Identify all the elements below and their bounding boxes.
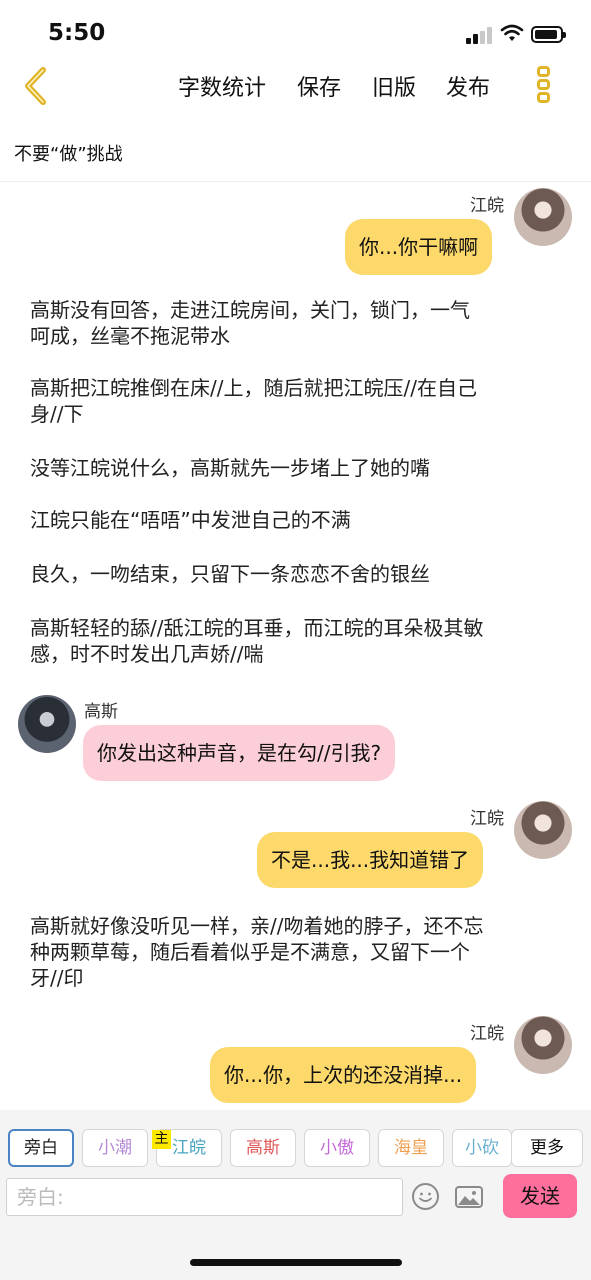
home-indicator	[190, 1259, 402, 1266]
host-badge: 主	[152, 1130, 171, 1149]
narration-block[interactable]: 高斯没有回答，走进江皖房间，关门，锁门，一气 呵成，丝毫不拖泥带水	[30, 297, 570, 349]
message-input[interactable]	[6, 1178, 403, 1216]
cellular-signal-icon	[466, 27, 494, 44]
old-version-button[interactable]: 旧版	[372, 70, 416, 102]
speaker-name: 高斯	[84, 702, 118, 722]
battery-icon	[531, 26, 566, 43]
wifi-icon	[500, 24, 524, 41]
more-vertical-icon[interactable]	[533, 66, 553, 108]
character-chip-narrator[interactable]: 旁白	[8, 1129, 74, 1167]
narration-line: 高斯把江皖推倒在床//上，随后就把江皖压//在自己	[30, 376, 477, 400]
avatar-jiangwan[interactable]	[514, 188, 572, 246]
character-chip-xiaoao[interactable]: 小傲	[304, 1129, 370, 1167]
character-chip-haihuang[interactable]: 海皇	[378, 1129, 444, 1167]
character-chip-gaosi[interactable]: 高斯	[230, 1129, 296, 1167]
narration-block[interactable]: 江皖只能在“唔唔”中发泄自己的不满	[30, 507, 570, 533]
avatar-jiangwan[interactable]	[514, 1016, 572, 1074]
character-chip-xiaokan[interactable]: 小砍	[452, 1129, 512, 1167]
emoji-icon[interactable]	[412, 1183, 439, 1210]
character-chip-xiaochao[interactable]: 小潮	[82, 1129, 148, 1167]
narration-line: 种两颗草莓，随后看着似乎是不满意，又留下一个	[30, 940, 470, 964]
word-count-button[interactable]: 字数统计	[178, 70, 266, 102]
narration-line: 牙//印	[30, 966, 84, 990]
avatar-gaosi[interactable]	[18, 695, 76, 753]
more-characters-button[interactable]: 更多	[511, 1129, 583, 1167]
speaker-name: 江皖	[470, 809, 504, 829]
publish-button[interactable]: 发布	[446, 70, 490, 102]
narration-line: 江皖只能在“唔唔”中发泄自己的不满	[30, 508, 351, 532]
status-time: 5:50	[48, 20, 106, 46]
speaker-name: 江皖	[470, 1024, 504, 1044]
status-bar: 5:50	[0, 0, 591, 60]
narration-line: 高斯轻轻的舔//舐江皖的耳垂，而江皖的耳朵极其敏	[30, 616, 484, 640]
dialog-bubble[interactable]: 不是...我...我知道错了	[257, 832, 484, 888]
narration-block[interactable]: 高斯把江皖推倒在床//上，随后就把江皖压//在自己 身//下	[30, 375, 570, 427]
send-button[interactable]: 发送	[503, 1174, 577, 1218]
dialog-bubble[interactable]: 你...你干嘛啊	[345, 219, 493, 275]
header-divider	[0, 181, 591, 182]
speaker-name: 江皖	[470, 196, 504, 216]
narration-line: 没等江皖说什么，高斯就先一步堵上了她的嘴	[30, 456, 430, 480]
narration-line: 身//下	[30, 402, 84, 426]
top-nav-bar: 字数统计 保存 旧版 发布	[0, 60, 591, 112]
narration-line: 呵成，丝毫不拖泥带水	[30, 324, 230, 348]
story-title: 不要“做”挑战	[14, 144, 123, 165]
narration-block[interactable]: 高斯轻轻的舔//舐江皖的耳垂，而江皖的耳朵极其敏 感，时不时发出几声娇//喘	[30, 615, 570, 667]
narration-line: 高斯就好像没听见一样，亲//吻着她的脖子，还不忘	[30, 914, 484, 938]
narration-line: 高斯没有回答，走进江皖房间，关门，锁门，一气	[30, 298, 470, 322]
dialog-bubble[interactable]: 你...你，上次的还没消掉...	[210, 1047, 477, 1103]
dialog-bubble[interactable]: 你发出这种声音，是在勾//引我?	[83, 725, 396, 781]
back-button[interactable]	[18, 66, 54, 106]
narration-block[interactable]: 没等江皖说什么，高斯就先一步堵上了她的嘴	[30, 455, 570, 481]
avatar-jiangwan[interactable]	[514, 801, 572, 859]
narration-block[interactable]: 良久，一吻结束，只留下一条恋恋不舍的银丝	[30, 561, 570, 587]
chevron-left-icon	[25, 67, 46, 105]
narration-line: 感，时不时发出几声娇//喘	[30, 642, 264, 666]
save-button[interactable]: 保存	[297, 70, 341, 102]
narration-block[interactable]: 高斯就好像没听见一样，亲//吻着她的脖子，还不忘 种两颗草莓，随后看着似乎是不满…	[30, 913, 570, 991]
narration-line: 良久，一吻结束，只留下一条恋恋不舍的银丝	[30, 562, 430, 586]
image-icon[interactable]	[455, 1186, 483, 1208]
